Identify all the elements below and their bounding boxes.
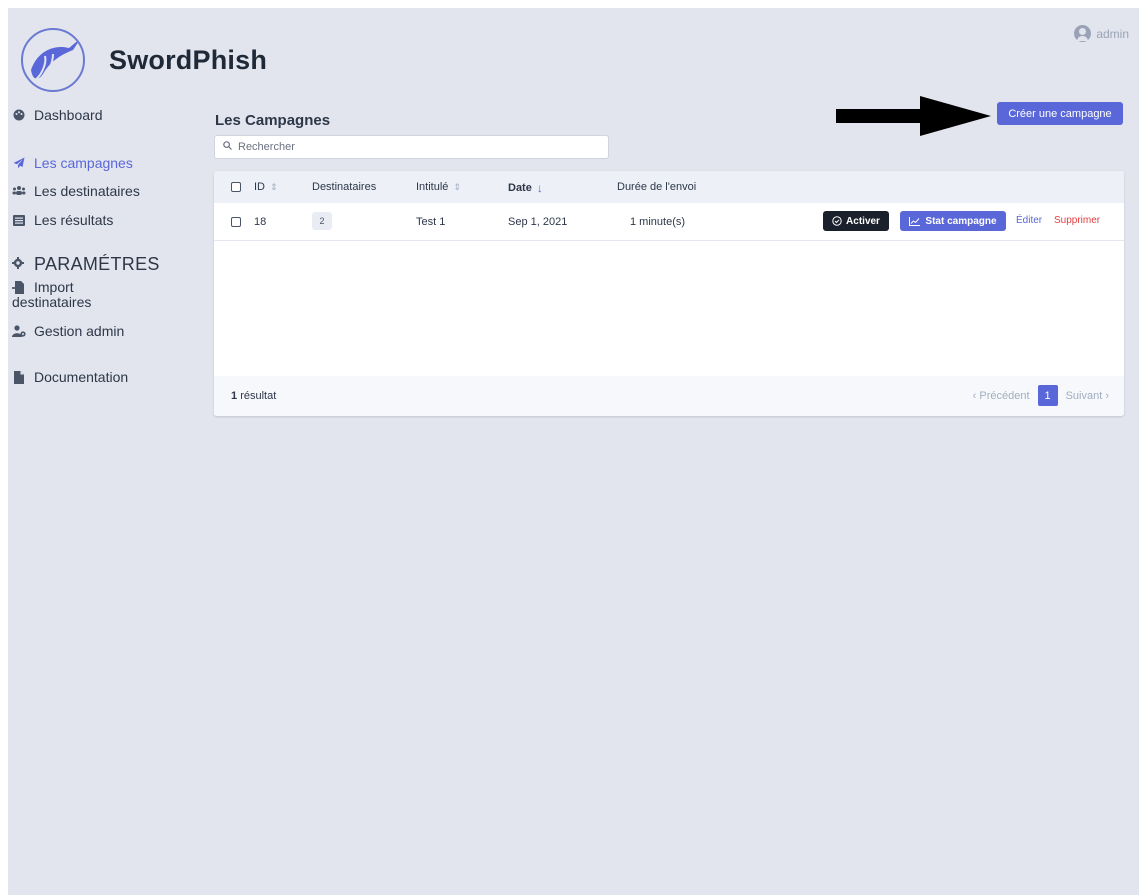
app-title: SwordPhish — [109, 44, 268, 75]
sidebar-item-campagnes[interactable]: Les campagnes — [12, 155, 133, 171]
sidebar-item-label: Documentation — [34, 369, 129, 385]
table-footer: 1 résultat ‹ Précédent 1 Suivant › — [214, 376, 1124, 416]
sidebar-item-resultats[interactable]: Les résultats — [12, 212, 113, 228]
column-header-label: Durée de l'envoi — [617, 181, 697, 193]
search-icon — [223, 141, 232, 153]
arrow-right-icon — [836, 96, 991, 136]
column-header-id[interactable]: ID ⇕ — [254, 181, 278, 193]
sidebar-item-label: Les campagnes — [34, 155, 133, 171]
page-button-current[interactable]: 1 — [1037, 385, 1058, 406]
column-header-label: ID — [254, 181, 265, 193]
chart-line-icon — [909, 216, 921, 226]
user-cog-icon — [12, 324, 26, 338]
users-icon — [12, 184, 26, 198]
sidebar-item-label: Dashboard — [34, 107, 103, 123]
app-shell: SwordPhish admin Dashboard Les campagnes… — [8, 8, 1139, 895]
next-page-button[interactable]: Suivant › — [1066, 390, 1109, 402]
sort-icon: ⇕ — [453, 181, 461, 192]
row-checkbox[interactable] — [231, 217, 241, 230]
create-campaign-button[interactable]: Créer une campagne — [997, 102, 1123, 125]
table-row: 18 2 Test 1 Sep 1, 2021 1 minute(s) Acti… — [214, 203, 1124, 241]
stat-campaign-button[interactable]: Stat campagne — [900, 211, 1006, 231]
sidebar-item-import[interactable]: Import destinataires — [12, 280, 91, 310]
campaigns-table: ID ⇕ Destinataires Intitulé ⇕ Date ↓ Dur… — [214, 171, 1124, 416]
table-header: ID ⇕ Destinataires Intitulé ⇕ Date ↓ Dur… — [214, 171, 1124, 203]
sidebar-item-destinataires[interactable]: Les destinataires — [12, 183, 140, 199]
logo[interactable]: SwordPhish — [21, 28, 267, 92]
list-icon — [12, 213, 26, 227]
sidebar-item-label: Import — [34, 279, 74, 295]
sidebar-item-label-continued: destinataires — [12, 294, 92, 310]
cell-destinataires-badge: 2 — [312, 212, 332, 230]
cell-date: Sep 1, 2021 — [508, 216, 568, 228]
palette-icon — [12, 108, 26, 122]
column-header-destinataires: Destinataires — [312, 181, 376, 193]
results-count: 1 résultat — [231, 390, 276, 402]
results-count-label: résultat — [240, 390, 277, 402]
check-circle-icon — [832, 216, 842, 226]
activate-button[interactable]: Activer — [823, 211, 889, 231]
results-count-number: 1 — [231, 390, 238, 402]
previous-page-button[interactable]: ‹ Précédent — [973, 390, 1030, 402]
sidebar-item-label: Les résultats — [34, 212, 114, 228]
file-import-icon — [12, 281, 26, 294]
search-box — [214, 135, 609, 159]
settings-section-title: PARAMÉTRES — [12, 254, 160, 275]
sidebar-item-gestion-admin[interactable]: Gestion admin — [12, 323, 124, 339]
sidebar-item-label: Les destinataires — [34, 183, 140, 199]
delete-link[interactable]: Supprimer — [1054, 215, 1100, 226]
next-label: Suivant — [1065, 389, 1103, 402]
activate-label: Activer — [846, 215, 880, 227]
sort-icon: ⇕ — [270, 181, 278, 192]
previous-label: Précédent — [979, 389, 1030, 402]
column-header-label: Date — [508, 182, 532, 194]
column-header-label: Destinataires — [312, 181, 377, 193]
page-title: Les Campagnes — [215, 112, 331, 129]
column-header-label: Intitulé — [416, 181, 449, 193]
cell-duree: 1 minute(s) — [630, 216, 686, 228]
file-icon — [12, 370, 26, 384]
sidebar-item-documentation[interactable]: Documentation — [12, 369, 128, 385]
user-name: admin — [1096, 26, 1129, 41]
user-avatar-icon — [1074, 25, 1092, 42]
select-all-checkbox[interactable] — [231, 182, 241, 192]
column-header-intitule[interactable]: Intitulé ⇕ — [416, 181, 461, 193]
swordfish-logo-icon — [21, 28, 85, 92]
column-header-duree: Durée de l'envoi — [617, 181, 696, 193]
cell-intitule: Test 1 — [416, 216, 446, 228]
sidebar-item-label: Gestion admin — [34, 323, 125, 339]
user-menu[interactable]: admin — [1074, 25, 1129, 42]
sidebar-item-dashboard[interactable]: Dashboard — [12, 107, 103, 123]
cell-id: 18 — [254, 216, 267, 228]
settings-section-label: PARAMÉTRES — [34, 254, 160, 274]
paper-plane-icon — [12, 156, 26, 170]
column-header-date[interactable]: Date ↓ — [508, 181, 543, 195]
search-input[interactable] — [238, 141, 578, 153]
gear-icon — [12, 257, 26, 272]
stat-label: Stat campagne — [925, 215, 997, 227]
sort-desc-icon: ↓ — [536, 181, 543, 195]
edit-link[interactable]: Éditer — [1016, 215, 1042, 226]
pagination: ‹ Précédent 1 Suivant › — [973, 385, 1109, 406]
